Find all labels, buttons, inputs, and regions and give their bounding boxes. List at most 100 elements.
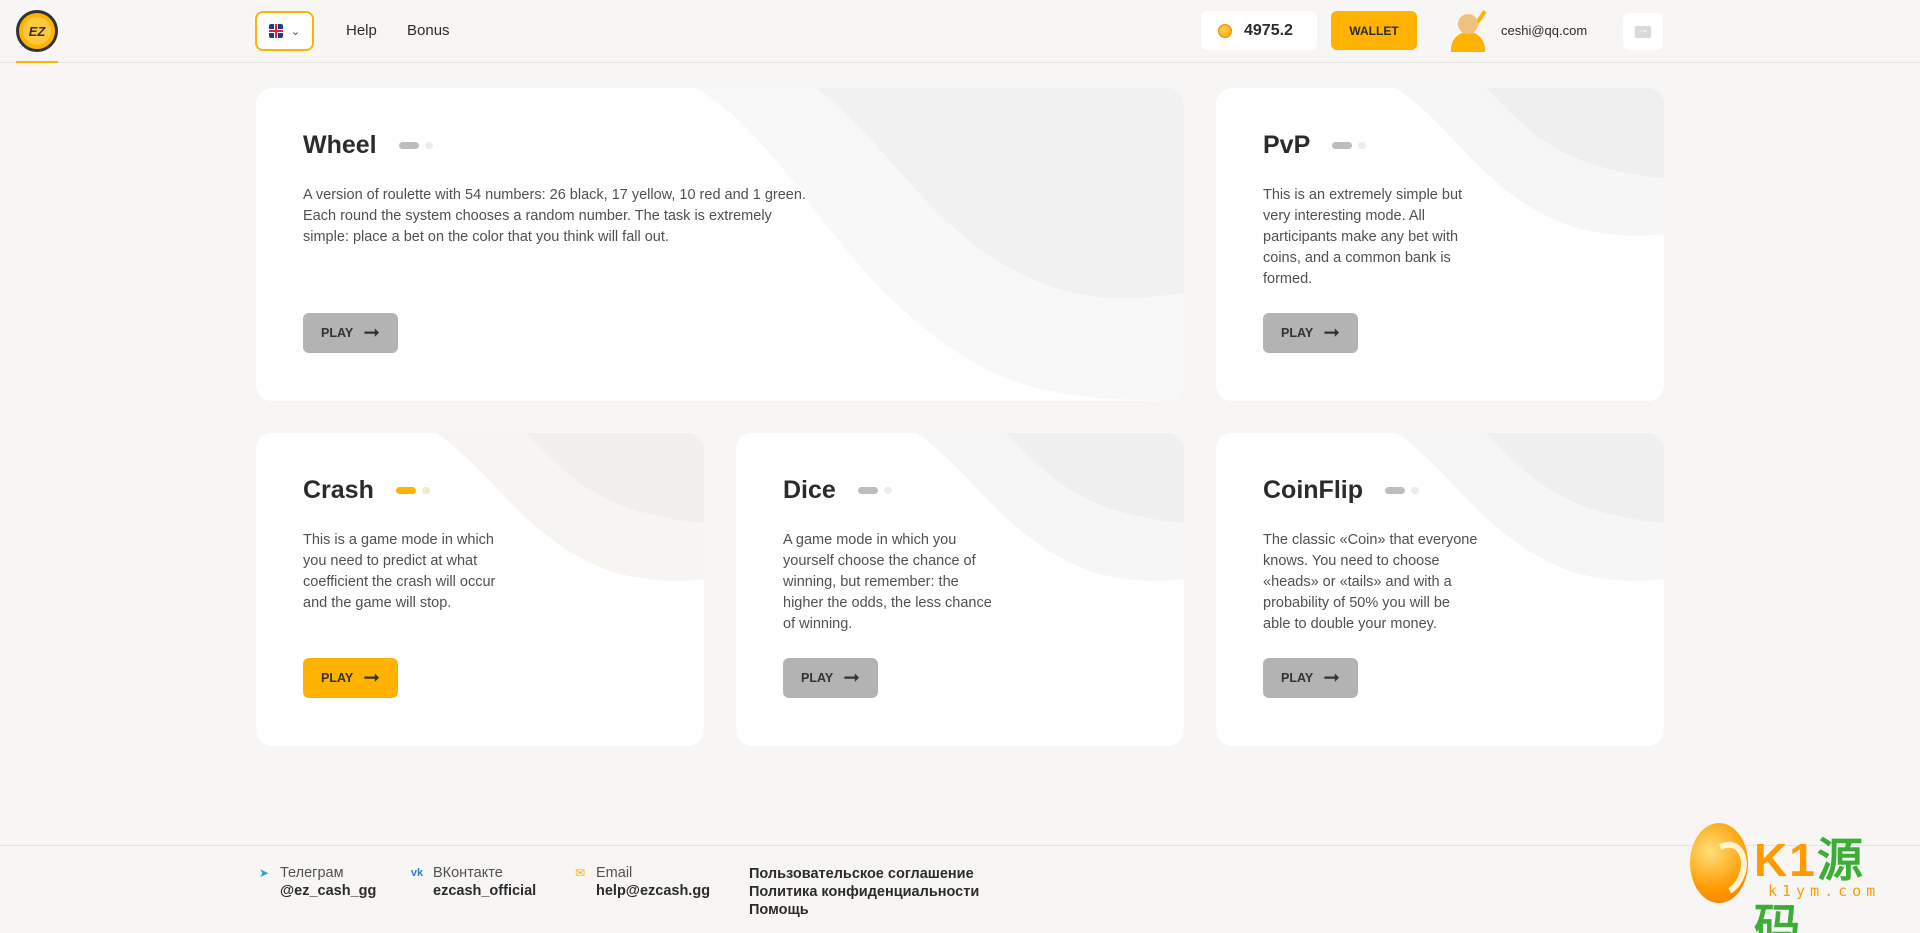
email-address[interactable]: help@ezcash.gg — [596, 883, 710, 899]
watermark-subtitle: k1ym.com — [1768, 882, 1881, 900]
balance-value: 4975.2 — [1244, 21, 1293, 39]
contact-telegram[interactable]: ➤ Телеграм @ez_cash_gg — [256, 865, 376, 899]
arrow-right-icon: ➞ — [843, 667, 860, 689]
game-description-pvp: This is an extremely simple but very int… — [1263, 185, 1462, 290]
slide-indicator — [1384, 487, 1419, 494]
desc-line: probability of 50% you will be — [1263, 595, 1450, 611]
desc-line: coins, and a common bank is — [1263, 250, 1451, 266]
contact-vk[interactable]: vk ВКонтакте ezcash_official — [409, 865, 536, 899]
wallet-button[interactable]: WALLET — [1331, 11, 1417, 50]
game-title-crash: Crash — [303, 476, 374, 504]
card-title: Dice — [783, 476, 892, 505]
arrow-right-icon: ➞ — [363, 322, 380, 344]
telegram-icon: ➤ — [258, 866, 270, 880]
footer: ➤ Телеграм @ez_cash_gg vk ВКонтакте ezca… — [0, 845, 1920, 933]
footer-link-user-agreement[interactable]: Пользовательское соглашение — [749, 865, 979, 883]
logout-icon — [1635, 22, 1651, 38]
logo-mark: EZ — [23, 17, 51, 45]
desc-line: A version of roulette with 54 numbers: 2… — [303, 187, 806, 203]
language-selector[interactable]: ⌄ — [255, 11, 314, 51]
game-title-wheel: Wheel — [303, 131, 377, 159]
play-label: PLAY — [1281, 671, 1314, 685]
game-title-coinflip: CoinFlip — [1263, 476, 1363, 504]
vk-label: ВКонтакте — [433, 865, 503, 881]
play-label: PLAY — [801, 671, 834, 685]
desc-line: you need to predict at what — [303, 553, 478, 569]
arrow-right-icon: ➞ — [1323, 322, 1340, 344]
watermark-title: K1源码 — [1754, 834, 1865, 933]
slide-indicator — [395, 487, 430, 494]
chevron-down-icon: ⌄ — [290, 25, 301, 38]
play-crash-button[interactable]: PLAY ➞ — [303, 658, 398, 698]
game-card-pvp: PvP This is an extremely simple but very… — [1216, 88, 1664, 401]
vk-icon: vk — [410, 867, 424, 879]
slide-indicator — [1332, 142, 1367, 149]
card-title: Crash — [303, 476, 430, 505]
contact-email[interactable]: ✉ Email help@ezcash.gg — [572, 865, 710, 899]
coin-icon — [1218, 23, 1232, 38]
ezcash-logo[interactable]: EZ — [16, 10, 58, 52]
watermark-logo: K1源码 k1ym.com — [1688, 820, 1898, 933]
card-title: CoinFlip — [1263, 476, 1419, 505]
slide-indicator — [857, 487, 892, 494]
vk-handle[interactable]: ezcash_official — [433, 883, 536, 899]
game-description-coinflip: The classic «Coin» that everyone knows. … — [1263, 530, 1477, 635]
slide-indicator — [398, 142, 433, 149]
play-coinflip-button[interactable]: PLAY ➞ — [1263, 658, 1358, 698]
game-description-wheel: A version of roulette with 54 numbers: 2… — [303, 185, 806, 248]
desc-line: yourself choose the chance of — [783, 553, 976, 569]
desc-line: This is a game mode in which — [303, 532, 494, 548]
logout-button[interactable] — [1623, 13, 1663, 50]
desc-line: Each round the system chooses a random n… — [303, 208, 772, 224]
arrow-right-icon: ➞ — [1323, 667, 1340, 689]
game-card-wheel: Wheel A version of roulette with 54 numb… — [256, 88, 1184, 401]
game-description-dice: A game mode in which you yourself choose… — [783, 530, 992, 635]
play-pvp-button[interactable]: PLAY ➞ — [1263, 313, 1358, 353]
desc-line: simple: place a bet on the color that yo… — [303, 229, 669, 245]
watermark-emblem — [1690, 823, 1748, 903]
email-label: Email — [596, 865, 633, 881]
telegram-handle[interactable]: @ez_cash_gg — [280, 883, 376, 899]
desc-line: A game mode in which you — [783, 532, 957, 548]
game-card-coinflip: CoinFlip The classic «Coin» that everyon… — [1216, 433, 1664, 746]
user-email[interactable]: ceshi@qq.com — [1501, 23, 1587, 38]
desc-line: higher the odds, the less chance — [783, 595, 992, 611]
desc-line: participants make any bet with — [1263, 229, 1459, 245]
nav-help-link[interactable]: Help — [346, 22, 377, 39]
avatar[interactable] — [1449, 10, 1489, 52]
game-description-crash: This is a game mode in which you need to… — [303, 530, 495, 614]
card-title: Wheel — [303, 131, 433, 160]
desc-line: able to double your money. — [1263, 616, 1437, 632]
play-dice-button[interactable]: PLAY ➞ — [783, 658, 878, 698]
desc-line: and the game will stop. — [303, 595, 452, 611]
arrow-right-icon: ➞ — [363, 667, 380, 689]
desc-line: very interesting mode. All — [1263, 208, 1425, 224]
play-wheel-button[interactable]: PLAY ➞ — [303, 313, 398, 353]
balance-display: 4975.2 — [1201, 11, 1317, 50]
desc-line: of winning. — [783, 616, 853, 632]
footer-links: Пользовательское соглашение Политика кон… — [749, 865, 979, 919]
mail-icon: ✉ — [574, 866, 586, 880]
game-title-pvp: PvP — [1263, 131, 1311, 159]
play-label: PLAY — [321, 671, 354, 685]
nav-bonus-link[interactable]: Bonus — [407, 22, 450, 39]
top-header: EZ ⌄ Help Bonus 4975.2 WALLET ceshi@qq.c… — [0, 0, 1920, 63]
logo-active-underline — [16, 61, 58, 63]
play-label: PLAY — [1281, 326, 1314, 340]
game-card-dice: Dice A game mode in which you yourself c… — [736, 433, 1184, 746]
game-title-dice: Dice — [783, 476, 836, 504]
desc-line: knows. You need to choose — [1263, 553, 1440, 569]
desc-line: formed. — [1263, 271, 1313, 287]
telegram-label: Телеграм — [280, 865, 344, 881]
desc-line: The classic «Coin» that everyone — [1263, 532, 1478, 548]
desc-line: This is an extremely simple but — [1263, 187, 1463, 203]
desc-line: «heads» or «tails» and with a — [1263, 574, 1452, 590]
play-label: PLAY — [321, 326, 354, 340]
footer-link-privacy-policy[interactable]: Политика конфиденциальности — [749, 883, 979, 901]
uk-flag-icon — [268, 24, 283, 38]
card-title: PvP — [1263, 131, 1367, 160]
game-card-crash: Crash This is a game mode in which you n… — [256, 433, 704, 746]
footer-link-help[interactable]: Помощь — [749, 901, 979, 919]
desc-line: winning, but remember: the — [783, 574, 959, 590]
desc-line: coefficient the crash will occur — [303, 574, 496, 590]
